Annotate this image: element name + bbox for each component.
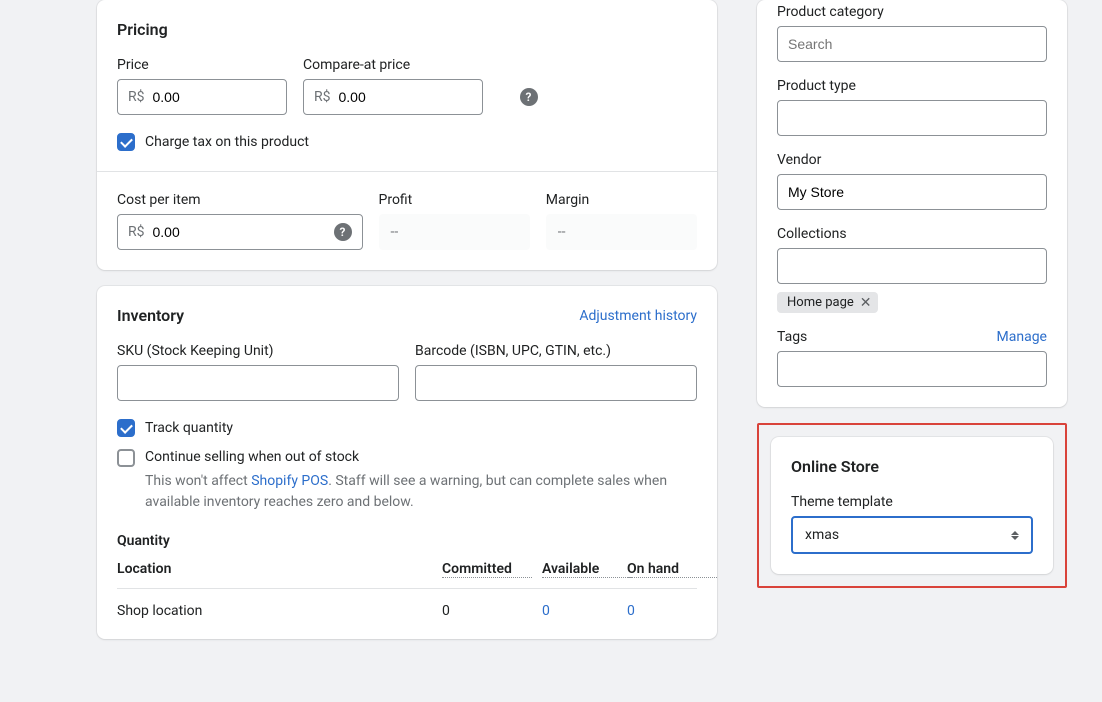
organization-card: Product category Product type Vendor Col… xyxy=(757,0,1067,407)
price-input-wrap[interactable]: R$ xyxy=(117,79,287,115)
charge-tax-label: Charge tax on this product xyxy=(145,134,309,150)
onhand-value[interactable]: 0 xyxy=(627,603,635,619)
margin-value: -- xyxy=(546,214,697,250)
vendor-input[interactable] xyxy=(777,174,1047,210)
barcode-label: Barcode (ISBN, UPC, GTIN, etc.) xyxy=(415,343,697,359)
track-quantity-label: Track quantity xyxy=(145,420,233,436)
category-search-input[interactable] xyxy=(777,26,1047,62)
product-type-input[interactable] xyxy=(777,100,1047,136)
location-header: Location xyxy=(117,561,442,578)
quantity-heading: Quantity xyxy=(117,533,697,549)
online-store-highlight: Online Store Theme template xmas xyxy=(757,423,1067,588)
pricing-title: Pricing xyxy=(117,20,697,39)
select-arrows-icon xyxy=(1011,531,1021,540)
margin-label: Margin xyxy=(546,192,697,208)
inventory-card: Inventory Adjustment history SKU (Stock … xyxy=(97,286,717,639)
committed-header: Committed xyxy=(442,561,532,578)
cost-label: Cost per item xyxy=(117,192,363,208)
available-header: Available xyxy=(542,561,632,578)
currency-prefix: R$ xyxy=(314,89,331,105)
sku-label: SKU (Stock Keeping Unit) xyxy=(117,343,399,359)
tags-input[interactable] xyxy=(777,351,1047,387)
close-icon[interactable]: ✕ xyxy=(860,296,872,310)
type-label: Product type xyxy=(777,78,1047,94)
available-value[interactable]: 0 xyxy=(542,603,550,619)
profit-value: -- xyxy=(379,214,530,250)
onhand-header: On hand xyxy=(627,561,717,578)
collections-label: Collections xyxy=(777,226,1047,242)
currency-prefix: R$ xyxy=(128,89,145,105)
barcode-input[interactable] xyxy=(415,365,697,401)
compare-price-input-wrap[interactable]: R$ ? xyxy=(303,79,483,115)
track-quantity-checkbox[interactable] xyxy=(117,419,135,437)
profit-label: Profit xyxy=(379,192,530,208)
cost-input-wrap[interactable]: R$ ? xyxy=(117,214,363,250)
template-label: Theme template xyxy=(791,494,1033,510)
theme-template-select[interactable]: xmas xyxy=(791,516,1033,554)
continue-selling-checkbox[interactable] xyxy=(117,449,135,467)
tags-label: Tags xyxy=(777,329,807,345)
price-label: Price xyxy=(117,57,287,73)
compare-price-label: Compare-at price xyxy=(303,57,483,73)
collection-tag: Home page ✕ xyxy=(777,292,878,313)
table-row: Shop location 0 0 0 xyxy=(117,589,697,619)
online-store-title: Online Store xyxy=(791,457,1033,476)
location-name: Shop location xyxy=(117,603,442,619)
theme-template-value: xmas xyxy=(805,527,839,543)
pricing-card: Pricing Price R$ Compare-at price R$ xyxy=(97,0,717,270)
compare-price-input[interactable] xyxy=(339,80,520,114)
quantity-table: Location Committed Available On hand Sho… xyxy=(117,561,697,619)
help-icon[interactable]: ? xyxy=(520,88,538,106)
shopify-pos-link[interactable]: Shopify POS xyxy=(251,473,328,489)
manage-tags-link[interactable]: Manage xyxy=(997,329,1047,345)
currency-prefix: R$ xyxy=(128,224,145,240)
collection-tag-label: Home page xyxy=(787,295,854,310)
category-label: Product category xyxy=(777,4,1047,20)
cost-input[interactable] xyxy=(153,215,334,249)
continue-selling-note: This won't affect Shopify POS. Staff wil… xyxy=(145,471,697,513)
vendor-label: Vendor xyxy=(777,152,1047,168)
charge-tax-checkbox[interactable] xyxy=(117,133,135,151)
continue-selling-label: Continue selling when out of stock xyxy=(145,449,359,465)
committed-value: 0 xyxy=(442,603,542,619)
online-store-card: Online Store Theme template xmas xyxy=(771,437,1053,574)
inventory-title: Inventory xyxy=(117,306,184,325)
help-icon[interactable]: ? xyxy=(334,223,352,241)
collections-input[interactable] xyxy=(777,248,1047,284)
sku-input[interactable] xyxy=(117,365,399,401)
adjustment-history-link[interactable]: Adjustment history xyxy=(579,308,697,324)
